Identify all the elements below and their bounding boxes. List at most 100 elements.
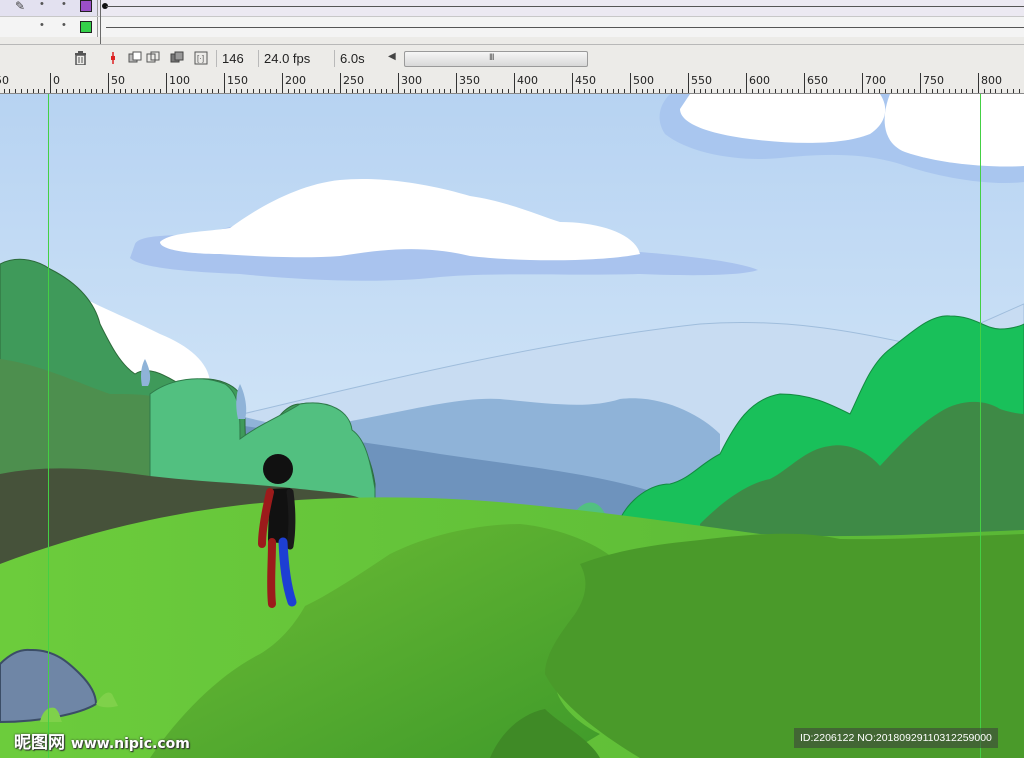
layer-frames[interactable] xyxy=(98,0,1024,16)
ruler-minor-tick xyxy=(305,89,306,93)
ruler-minor-tick xyxy=(618,89,619,93)
ruler-minor-tick xyxy=(700,89,701,93)
ruler-minor-tick xyxy=(711,89,712,93)
tween-line xyxy=(106,27,1024,28)
layer-controls: • • xyxy=(0,17,98,37)
ruler-minor-tick xyxy=(178,89,179,93)
ruler-tick-label: 50 xyxy=(0,74,9,87)
ruler-minor-tick xyxy=(688,89,689,93)
ruler-minor-tick xyxy=(984,89,985,93)
layer-color-swatch[interactable] xyxy=(80,21,92,33)
ruler-minor-tick xyxy=(427,89,428,93)
ruler-minor-tick xyxy=(131,89,132,93)
ruler-minor-tick xyxy=(949,89,950,93)
ruler-minor-tick xyxy=(972,89,973,93)
ruler-minor-tick xyxy=(885,89,886,93)
timeline-horizontal-scrollbar[interactable]: III xyxy=(404,51,588,67)
vertical-guide-line[interactable] xyxy=(48,94,49,758)
ruler-minor-tick xyxy=(694,89,695,93)
trash-icon[interactable] xyxy=(74,51,87,65)
onion-skin-icon[interactable] xyxy=(128,51,142,65)
modify-onion-markers-icon[interactable]: [·] xyxy=(194,51,208,65)
ruler-minor-tick xyxy=(868,89,869,93)
layer-color-swatch[interactable] xyxy=(80,0,92,12)
onion-skin-outlines-icon[interactable] xyxy=(146,51,160,65)
ruler-minor-tick xyxy=(450,89,451,93)
ruler-minor-tick xyxy=(502,89,503,93)
ruler-minor-tick xyxy=(508,89,509,93)
ruler-tick-label: 350 xyxy=(459,74,480,87)
layer-frames[interactable] xyxy=(98,17,1024,37)
ruler-minor-tick xyxy=(1007,89,1008,93)
ruler-minor-tick xyxy=(265,89,266,93)
ruler-minor-tick xyxy=(207,89,208,93)
ruler-minor-tick xyxy=(149,89,150,93)
ruler-minor-tick xyxy=(903,89,904,93)
ruler-minor-tick xyxy=(183,89,184,93)
ruler-minor-tick xyxy=(636,89,637,93)
ruler-minor-tick xyxy=(821,89,822,93)
horizontal-ruler: 5005010015020025030035040045050055060065… xyxy=(0,71,1024,94)
ruler-minor-tick xyxy=(740,89,741,93)
ruler-minor-tick xyxy=(1019,89,1020,93)
edit-multiple-frames-icon[interactable] xyxy=(170,51,184,65)
ruler-minor-tick xyxy=(891,89,892,93)
ruler-minor-tick xyxy=(62,89,63,93)
ruler-minor-tick xyxy=(920,89,921,93)
ruler-minor-tick xyxy=(79,89,80,93)
ruler-minor-tick xyxy=(659,89,660,93)
ruler-minor-tick xyxy=(125,89,126,93)
ruler-minor-tick xyxy=(340,89,341,93)
ruler-minor-tick xyxy=(642,89,643,93)
ruler-minor-tick xyxy=(763,89,764,93)
ruler-minor-tick xyxy=(73,89,74,93)
layer-row[interactable]: • • xyxy=(0,16,1024,37)
ruler-minor-tick xyxy=(543,89,544,93)
ruler-minor-tick xyxy=(926,89,927,93)
ruler-minor-tick xyxy=(537,89,538,93)
ruler-minor-tick xyxy=(120,89,121,93)
visibility-dot-icon[interactable]: • xyxy=(40,0,44,10)
lock-dot-icon[interactable]: • xyxy=(62,0,66,10)
ruler-tick-label: 600 xyxy=(749,74,770,87)
vertical-guide-line[interactable] xyxy=(980,94,981,758)
visibility-dot-icon[interactable]: • xyxy=(40,19,44,31)
frame-rate-field[interactable]: 24.0 fps xyxy=(258,50,315,67)
current-frame-field: 146 xyxy=(216,50,249,67)
ruler-minor-tick xyxy=(827,89,828,93)
ruler-minor-tick xyxy=(386,89,387,93)
ruler-minor-tick xyxy=(91,89,92,93)
ruler-minor-tick xyxy=(845,89,846,93)
ruler-minor-tick xyxy=(102,89,103,93)
ruler-minor-tick xyxy=(323,89,324,93)
ruler-minor-tick xyxy=(270,89,271,93)
watermark-site-text: www.nipic.com xyxy=(70,736,190,752)
ruler-tick-label: 800 xyxy=(981,74,1002,87)
stage-canvas[interactable] xyxy=(0,94,1024,758)
ruler-minor-tick xyxy=(299,89,300,93)
ruler-minor-tick xyxy=(601,89,602,93)
center-frame-icon[interactable] xyxy=(106,51,120,65)
layer-controls: ✎ • • xyxy=(0,0,98,16)
ruler-minor-tick xyxy=(212,89,213,93)
ruler-minor-tick xyxy=(705,89,706,93)
ruler-minor-tick xyxy=(729,89,730,93)
ruler-minor-tick xyxy=(798,89,799,93)
scroll-left-arrow-icon[interactable]: ◀ xyxy=(388,51,396,62)
ruler-minor-tick xyxy=(236,89,237,93)
lock-dot-icon[interactable]: • xyxy=(62,19,66,31)
ruler-minor-tick xyxy=(1001,89,1002,93)
ruler-tick-label: 500 xyxy=(633,74,654,87)
ruler-minor-tick xyxy=(613,89,614,93)
ruler-minor-tick xyxy=(224,89,225,93)
ruler-tick-label: 700 xyxy=(865,74,886,87)
elapsed-time-field: 6.0s xyxy=(334,50,370,67)
ruler-minor-tick xyxy=(410,89,411,93)
ruler-minor-tick xyxy=(294,89,295,93)
ruler-minor-tick xyxy=(630,89,631,93)
watermark-logo: 昵图网 www.nipic.com xyxy=(14,728,190,753)
ruler-minor-tick xyxy=(96,89,97,93)
layer-row[interactable]: ✎ • • xyxy=(0,0,1024,16)
pencil-icon: ✎ xyxy=(15,0,26,13)
ruler-minor-tick xyxy=(352,89,353,93)
